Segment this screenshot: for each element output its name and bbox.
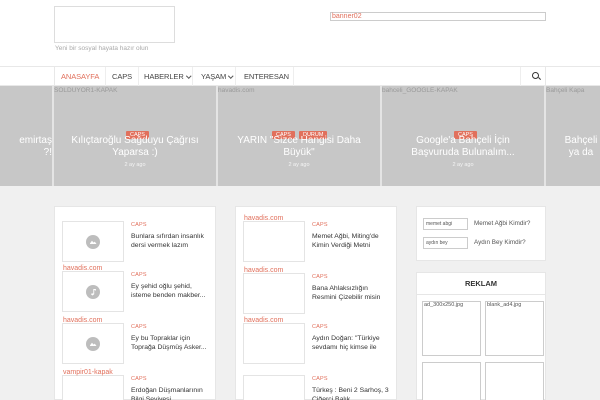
post-category[interactable]: CAPS: [312, 376, 328, 382]
slide-image-link[interactable]: SOLDUYOR1-KAPAK: [54, 87, 117, 94]
post-category[interactable]: CAPS: [131, 272, 147, 278]
post-title[interactable]: Bunlara sıfırdan insanlık dersi vermek l…: [131, 232, 213, 250]
post-category[interactable]: CAPS: [312, 222, 328, 228]
image-icon: [86, 337, 100, 351]
slide-title[interactable]: Google'a Bahçeli İçin Başvuruda Bulunalı…: [382, 135, 544, 159]
post-title[interactable]: Türkeş : Beni 2 Sarhoş, 3 Ciğerci Balık: [312, 386, 394, 400]
person-thumbnail[interactable]: aydın bey: [423, 237, 468, 249]
post-thumbnail[interactable]: havadis.com: [62, 317, 124, 364]
ad-slot[interactable]: ad_300x250.jpg: [422, 301, 481, 356]
slide-image-link[interactable]: havadis.com: [218, 87, 255, 94]
post-thumbnail[interactable]: havadis.com: [243, 317, 305, 364]
site-logo[interactable]: [54, 6, 175, 43]
post-list-column: CAPS Bunlara sıfırdan insanlık dersi ver…: [54, 206, 216, 400]
list-item[interactable]: havadis.com CAPS Bana Ahlaksızlığın Resm…: [243, 267, 394, 317]
person-link[interactable]: Aydın Bey Kimdir?: [474, 239, 526, 246]
chevron-down-icon: [185, 72, 191, 78]
thumbnail-link[interactable]: havadis.com: [244, 317, 283, 324]
thumbnail-link[interactable]: havadis.com: [244, 267, 283, 274]
slide-item[interactable]: Bahçeli Kapa Bahçeli ya da: [546, 86, 600, 186]
nav-item-haberler[interactable]: HABERLER: [144, 67, 191, 86]
site-tagline: Yeni bir sosyal hayata hazır olun: [55, 45, 149, 52]
list-item[interactable]: CAPS Türkeş : Beni 2 Sarhoş, 3 Ciğerci B…: [243, 375, 393, 400]
post-title[interactable]: Bana Ahlaksızlığın Resmini Çizebilir mis…: [312, 284, 394, 302]
ad-slot[interactable]: blank_ad4.jpg: [485, 301, 544, 356]
list-item[interactable]: CAPS Bunlara sıfırdan insanlık dersi ver…: [62, 221, 212, 265]
post-title[interactable]: Erdoğan Düşmanlarının Bilgi Seviyesi: [131, 386, 213, 400]
chevron-down-icon: [228, 72, 234, 78]
post-thumbnail[interactable]: vampir01-kapak: [62, 369, 124, 400]
image-icon: [86, 235, 100, 249]
nav-item-enteresan[interactable]: ENTERESAN: [244, 67, 289, 86]
list-item[interactable]: havadis.com CAPS Ey bu Topraklar için To…: [62, 317, 213, 367]
post-category[interactable]: CAPS: [131, 222, 147, 228]
widget-title: REKLAM: [417, 273, 545, 295]
post-title[interactable]: Ey bu Topraklar için Toprağa Düşmüş Aske…: [131, 334, 213, 352]
slide-image-link[interactable]: bahceli_GOOGLE-KAPAK: [382, 87, 458, 94]
thumbnail-link[interactable]: vampir01-kapak: [63, 369, 113, 376]
slide-title[interactable]: Kılıçtaroğlu Sağduyu Çağrısı Yaparsa :): [54, 135, 216, 159]
nav-item-caps[interactable]: CAPS: [112, 67, 132, 86]
nav-item-yasam[interactable]: YAŞAM: [201, 67, 234, 86]
slide-title[interactable]: YARIN "Sizce Hangisi Daha Büyük": [218, 135, 380, 159]
post-title[interactable]: Memet Ağbi, Miting'de Kimin Verdiği Metn…: [312, 232, 394, 250]
ad-slot[interactable]: [485, 362, 544, 400]
post-category[interactable]: CAPS: [131, 324, 147, 330]
ad-slot[interactable]: [422, 362, 481, 400]
music-icon: [86, 285, 100, 299]
site-header: Yeni bir sosyal hayata hazır olun banner…: [0, 0, 600, 66]
thumbnail-link[interactable]: havadis.com: [63, 265, 102, 272]
post-thumbnail[interactable]: havadis.com: [243, 215, 305, 262]
post-list-column: havadis.com CAPS Memet Ağbi, Miting'de K…: [235, 206, 397, 400]
slide-time: 2 ay ago: [124, 162, 146, 168]
list-item[interactable]: havadis.com CAPS Ey şehid oğlu şehid, is…: [62, 265, 213, 315]
main-nav: ANASAYFA CAPS HABERLER YAŞAM ENTERESAN: [0, 66, 600, 86]
post-thumbnail[interactable]: havadis.com: [62, 265, 124, 312]
people-widget: [416, 206, 546, 261]
person-thumbnail[interactable]: memet abgi: [423, 218, 468, 230]
person-link[interactable]: Memet Ağbi Kimdir?: [474, 220, 530, 227]
list-item[interactable]: vampir01-kapak CAPS Erdoğan Düşmanlarını…: [62, 369, 213, 400]
thumbnail-link[interactable]: havadis.com: [63, 317, 102, 324]
slide-time: 2 ay ago: [288, 162, 310, 168]
search-icon[interactable]: [532, 72, 539, 79]
slide-item[interactable]: havadis.com CAPS DURUM YARIN "Sizce Hangi…: [218, 86, 380, 186]
ad-widget: REKLAM ad_300x250.jpg blank_ad4.jpg: [416, 272, 546, 400]
slide-item[interactable]: bahceli_GOOGLE-KAPAK CAPS Google'a Bahçe…: [382, 86, 544, 186]
post-title[interactable]: Aydın Doğan: "Türkiye sevdamı hiç kimse …: [312, 334, 394, 352]
list-item[interactable]: havadis.com CAPS Memet Ağbi, Miting'de K…: [243, 215, 394, 265]
slide-item[interactable]: SOLDUYOR1-KAPAK CAPS Kılıçtaroğlu Sağduy…: [54, 86, 216, 186]
nav-item-anasayfa[interactable]: ANASAYFA: [61, 67, 99, 86]
post-thumbnail[interactable]: [243, 375, 305, 400]
slide-item[interactable]: emirtaş ?!: [0, 86, 52, 186]
post-category[interactable]: CAPS: [312, 324, 328, 330]
post-category[interactable]: CAPS: [131, 376, 147, 382]
slide-title[interactable]: Bahçeli ya da: [546, 135, 600, 159]
post-thumbnail[interactable]: [62, 221, 124, 262]
post-title[interactable]: Ey şehid oğlu şehid, isteme benden makbe…: [131, 282, 213, 300]
featured-slider: emirtaş ?! SOLDUYOR1-KAPAK CAPS Kılıçtar…: [0, 86, 600, 186]
slide-time: 2 ay ago: [452, 162, 474, 168]
header-banner[interactable]: banner02: [330, 12, 546, 21]
slide-image-link[interactable]: Bahçeli Kapa: [546, 87, 584, 94]
list-item[interactable]: havadis.com CAPS Aydın Doğan: "Türkiye s…: [243, 317, 394, 367]
slide-title: emirtaş ?!: [19, 135, 52, 158]
post-thumbnail[interactable]: havadis.com: [243, 267, 305, 314]
post-category[interactable]: CAPS: [312, 274, 328, 280]
thumbnail-link[interactable]: havadis.com: [244, 215, 283, 222]
